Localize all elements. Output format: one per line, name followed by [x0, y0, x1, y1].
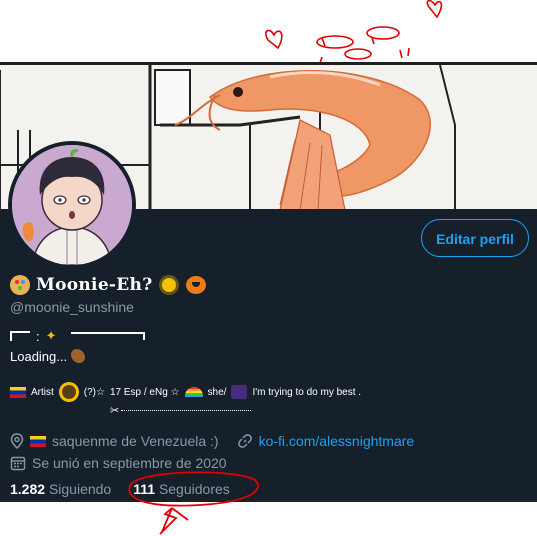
palette-icon	[10, 275, 30, 295]
display-name-row: Moonie-Eh?	[10, 275, 207, 295]
followers-count: 111	[133, 481, 156, 497]
meta-joined-row: Se unió en septiembre de 2020	[10, 453, 414, 473]
calendar-icon	[10, 456, 26, 471]
pumpkin-icon	[186, 276, 207, 294]
followers-label: Seguidores	[158, 481, 230, 497]
sunflower-icon	[61, 385, 76, 399]
dotted-line-decoration	[121, 409, 252, 411]
profile-meta: saquenme de Venezuela :) ko-fi.com/aless…	[10, 431, 414, 473]
link-icon	[237, 434, 252, 448]
red-doodles	[265, 0, 443, 62]
following-label: Siguiendo	[48, 481, 112, 497]
rainbow-icon	[184, 387, 203, 397]
meta-location-row: saquenme de Venezuela :) ko-fi.com/aless…	[10, 431, 414, 451]
bio-line-3: Artist (?)☆ 17 Esp / eNg ☆ she/ I'm tryi…	[10, 383, 530, 401]
bottom-divider	[0, 499, 537, 502]
venezuela-flag-icon	[10, 386, 26, 398]
user-handle: @moonie_sunshine	[10, 299, 134, 315]
venezuela-flag-icon	[30, 435, 46, 447]
followers-link[interactable]: 111 Seguidores	[133, 481, 230, 497]
location-pin-icon	[10, 433, 24, 449]
scissors-icon: ✂	[110, 404, 120, 417]
bio-langs: 17 Esp / eNg ☆	[109, 386, 180, 398]
profile-avatar[interactable]	[8, 141, 136, 269]
bar-decoration	[70, 332, 145, 340]
bio-pronoun: (?)☆	[83, 386, 105, 398]
following-link[interactable]: 1.282 Siguiendo	[10, 481, 111, 497]
bio-line-4: ✂	[110, 403, 530, 417]
galaxy-icon	[231, 385, 248, 399]
profile-bio: : ✦ Loading... Artist (?)☆ 17 Esp / eNg …	[10, 327, 530, 417]
bio-she: she/	[207, 386, 227, 398]
bio-trying: I'm trying to do my best .	[252, 386, 362, 398]
following-count: 1.282	[10, 481, 46, 497]
squirrel-icon	[71, 349, 86, 363]
display-name: Moonie-Eh?	[36, 275, 153, 295]
edit-profile-button[interactable]: Editar perfil	[421, 219, 529, 257]
avatar-illustration	[12, 145, 132, 265]
sparkles-icon: ✦	[45, 328, 57, 343]
website-link[interactable]: ko-fi.com/alessnightmare	[259, 433, 415, 449]
bio-artist: Artist	[31, 386, 54, 398]
joined-text: Se unió en septiembre de 2020	[32, 455, 227, 471]
sun-icon	[162, 278, 177, 292]
bio-line-2: Loading...	[10, 347, 530, 365]
bio-loading: Loading...	[10, 348, 68, 364]
bracket-decoration	[10, 331, 30, 341]
shrimp-image	[174, 70, 431, 211]
profile-stats: 1.282 Siguiendo 111 Seguidores	[10, 481, 230, 497]
bio-colon: :	[36, 328, 40, 344]
location-text: saquenme de Venezuela :)	[52, 433, 219, 449]
bio-line-1: : ✦	[10, 327, 530, 345]
